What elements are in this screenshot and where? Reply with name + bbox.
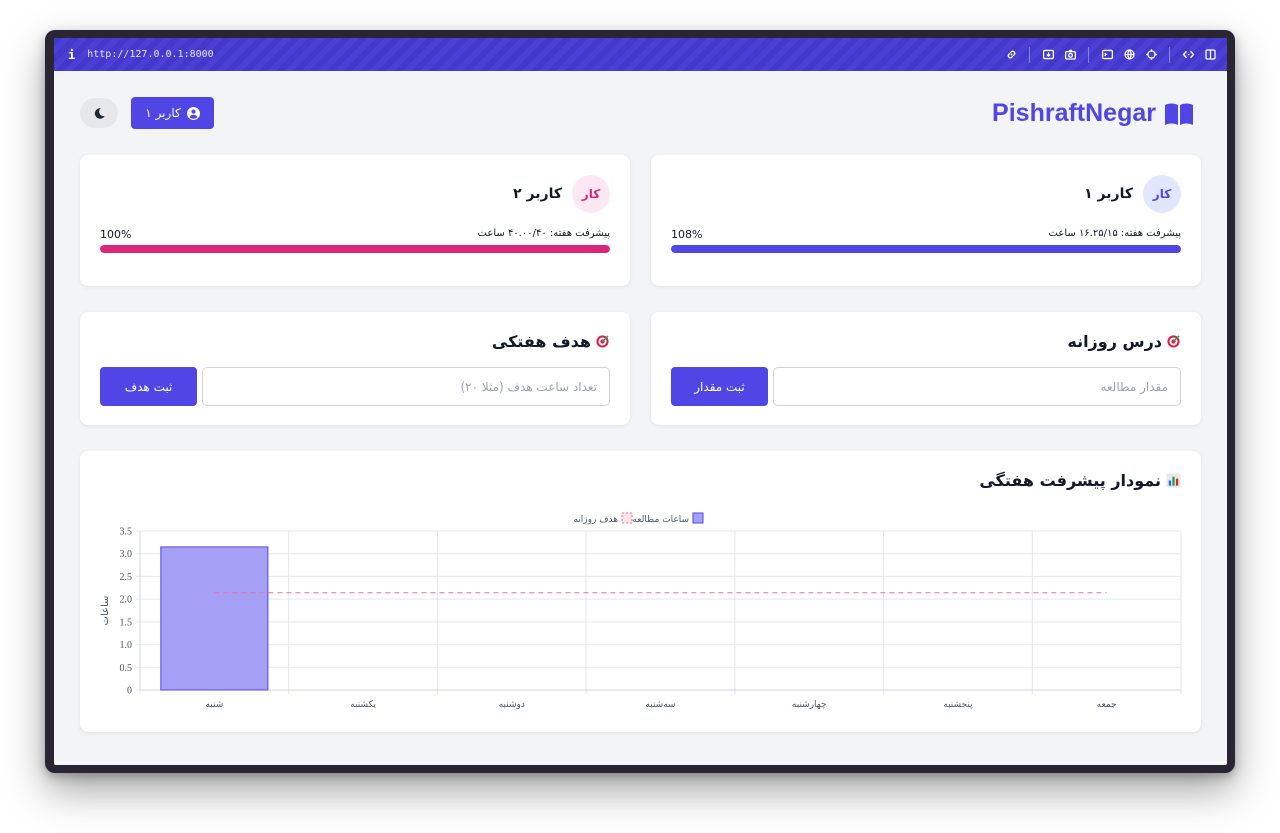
user-card-1: کار کاربر ۱ پیشرفت هفته: ۱۶.۲۵/۱۵ ساعت 1…	[651, 155, 1201, 286]
toolbar-separator	[1029, 46, 1030, 63]
link-icon[interactable]	[1002, 46, 1020, 64]
bar	[160, 546, 269, 691]
user-name: کاربر ۱	[1084, 186, 1133, 202]
target-icon	[1167, 335, 1180, 348]
user-circle-icon	[186, 106, 200, 120]
weekly-progress-chart: 0 0.5 1.0 1.5 2.0 2.5 3.0 3.5 شنبه یکشنبه دوشنبه سه…	[100, 512, 1182, 710]
daily-study-title: درس روزانه	[1067, 332, 1181, 351]
daily-study-title-text: درس روزانه	[1067, 332, 1162, 351]
user-name: کاربر ۲	[513, 186, 562, 202]
progress-bar-fill	[100, 245, 610, 253]
weekly-goal-title-text: هدف هفتکی	[491, 332, 591, 351]
x-tick-label: دوشنبه	[499, 700, 525, 710]
toolbar-separator	[1088, 46, 1089, 63]
sidebar-icon[interactable]	[1201, 46, 1219, 64]
user-card-header: کار کاربر ۲	[513, 175, 610, 213]
toolbar-separator	[1169, 46, 1170, 63]
submit-goal-button[interactable]: ثبت هدف	[100, 367, 197, 406]
crosshair-icon[interactable]	[1142, 46, 1160, 64]
user-card-2: کار کاربر ۲ پیشرفت هفته: ۴۰.۰۰/۴۰ ساعت 1…	[80, 155, 630, 286]
progress-bar	[671, 245, 1181, 253]
x-tick-label: چهارشنبه	[792, 700, 827, 710]
study-amount-input[interactable]	[773, 367, 1181, 406]
weekly-goal-title: هدف هفتکی	[492, 332, 610, 351]
url-text[interactable]: http://127.0.0.1:8000	[87, 49, 213, 60]
x-tick-label: سه‌شنبه	[645, 700, 675, 710]
toolbar-icons	[1002, 38, 1219, 71]
progress-bar-fill	[671, 245, 1181, 253]
user-button-label: کاربر ۱	[145, 106, 181, 120]
moon-icon	[94, 107, 105, 119]
legend-swatch-line	[621, 512, 633, 524]
browser-screen: i http://127.0.0.1:8000 PishraftNegar کا…	[54, 38, 1227, 765]
x-tick-label: پنجشنبه	[943, 700, 973, 710]
browser-toolbar: i http://127.0.0.1:8000	[54, 38, 1227, 71]
user-menu-button[interactable]: کاربر ۱	[131, 97, 214, 129]
app-main: PishraftNegar کاربر ۱ کار کاربر ۱ پیشرفت…	[54, 71, 1227, 765]
y-tick-label: 1.5	[120, 617, 133, 628]
terminal-icon[interactable]	[1098, 46, 1116, 64]
y-tick-label: 0	[127, 686, 132, 697]
brand-name: PishraftNegar	[992, 99, 1156, 127]
book-icon	[1165, 103, 1193, 125]
target-icon	[596, 335, 609, 348]
submit-amount-button[interactable]: ثبت مقدار	[671, 367, 768, 406]
weekly-progress-label: پیشرفت هفته: ۴۰.۰۰/۴۰ ساعت	[477, 228, 610, 239]
code-icon[interactable]	[1179, 46, 1197, 64]
legend-label: ساعات مطالعه	[632, 515, 689, 525]
y-tick-label: 2.5	[120, 572, 133, 583]
brand-logo[interactable]: PishraftNegar	[992, 99, 1194, 128]
camera-icon[interactable]	[1061, 46, 1079, 64]
daily-study-card: درس روزانه ثبت مقدار	[651, 312, 1201, 425]
y-tick-label: 0.5	[120, 663, 133, 674]
x-tick-label: شنبه	[205, 700, 223, 710]
avatar: کار	[572, 175, 610, 213]
progress-percent: 100%	[100, 228, 132, 241]
progress-bar	[100, 245, 610, 253]
globe-icon[interactable]	[1120, 46, 1138, 64]
avatar: کار	[1143, 175, 1181, 213]
weekly-progress-label: پیشرفت هفته: ۱۶.۲۵/۱۵ ساعت	[1048, 228, 1181, 239]
theme-toggle-button[interactable]	[80, 98, 118, 128]
y-tick-label: 3.5	[120, 527, 133, 538]
x-tick-label: یکشنبه	[350, 700, 376, 710]
y-tick-label: 2.0	[120, 595, 133, 606]
user-card-header: کار کاربر ۱	[1084, 175, 1181, 213]
y-axis-label: ساعات	[100, 596, 111, 626]
download-icon[interactable]	[1039, 46, 1057, 64]
progress-percent: 108%	[671, 228, 703, 241]
legend-label: هدف روزانه	[573, 515, 618, 525]
info-icon[interactable]: i	[68, 48, 75, 62]
legend-swatch-bar	[692, 512, 704, 524]
y-tick-label: 1.0	[120, 640, 133, 651]
weekly-goal-card: هدف هفتکی ثبت هدف	[80, 312, 630, 425]
x-tick-label: جمعه	[1097, 700, 1117, 710]
y-tick-label: 3.0	[120, 549, 133, 560]
goal-hours-input[interactable]	[202, 367, 610, 406]
weekly-chart-card: نمودار پیشرفت هفتگی 0 0.5 1.0 1.5 2.0 2.5 3.0 3…	[80, 451, 1201, 732]
